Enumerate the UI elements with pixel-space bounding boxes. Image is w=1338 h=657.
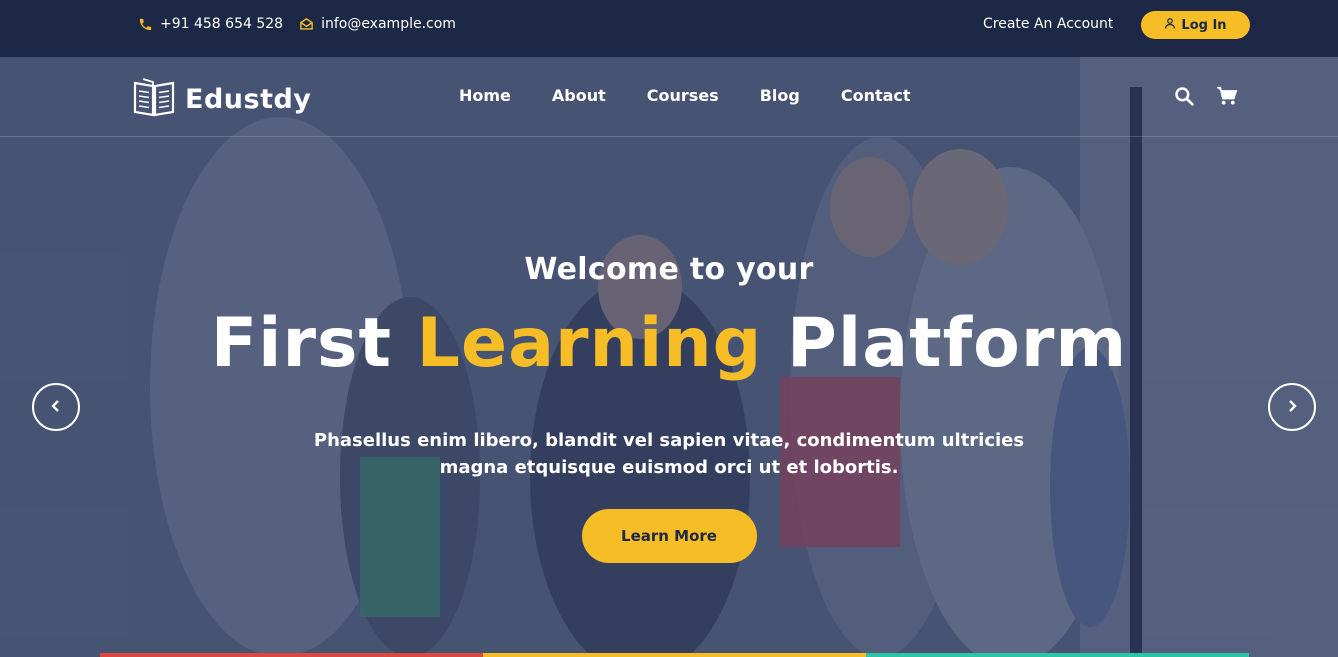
strip-segment-yellow — [483, 653, 866, 657]
chevron-left-icon — [50, 398, 62, 417]
cart-icon[interactable] — [1216, 86, 1238, 110]
nav-item-blog[interactable]: Blog — [760, 86, 800, 105]
nav-icons — [1174, 86, 1238, 110]
headline-first: First — [210, 304, 392, 383]
nav-item-home[interactable]: Home — [459, 86, 511, 105]
create-account-link[interactable]: Create An Account — [983, 16, 1113, 32]
email-address: info@example.com — [321, 16, 456, 32]
nav-item-courses[interactable]: Courses — [647, 86, 719, 105]
headline-last: Platform — [787, 304, 1128, 383]
phone-number: +91 458 654 528 — [160, 16, 284, 32]
nav-menu: Home About Courses Blog Contact — [459, 86, 952, 105]
hero-description: Phasellus enim libero, blandit vel sapie… — [313, 430, 1025, 478]
envelope-icon — [299, 17, 314, 32]
slider-next-button[interactable] — [1268, 383, 1316, 431]
hero-section: Edustdy Home About Courses Blog Contact … — [0, 57, 1338, 657]
search-icon[interactable] — [1174, 86, 1194, 110]
login-label: Log In — [1181, 17, 1227, 33]
hero-subheading: Welcome to your — [524, 252, 814, 287]
phone-icon — [138, 17, 153, 32]
login-button[interactable]: Log In — [1141, 11, 1250, 39]
strip-segment-teal — [866, 653, 1249, 657]
color-strip — [100, 653, 1249, 657]
hero-headline: First Learning Platform — [0, 305, 1338, 383]
learn-more-button[interactable]: Learn More — [581, 509, 757, 563]
nav-item-about[interactable]: About — [552, 86, 606, 105]
top-bar: +91 458 654 528 info@example.com Create … — [0, 0, 1338, 57]
headline-accent: Learning — [416, 304, 763, 383]
brand-name: Edustdy — [185, 83, 312, 115]
main-navbar: Edustdy Home About Courses Blog Contact — [0, 57, 1338, 137]
hero-content: Welcome to your First Learning Platform … — [0, 252, 1338, 563]
book-icon — [133, 77, 175, 121]
phone-contact[interactable]: +91 458 654 528 — [138, 16, 283, 32]
slider-prev-button[interactable] — [32, 383, 80, 431]
strip-segment-red — [100, 653, 483, 657]
contact-info: +91 458 654 528 info@example.com — [138, 16, 456, 32]
chevron-right-icon — [1286, 398, 1298, 417]
user-icon — [1164, 17, 1176, 34]
nav-item-contact[interactable]: Contact — [841, 86, 911, 105]
brand-logo[interactable]: Edustdy — [133, 77, 311, 121]
email-contact[interactable]: info@example.com — [299, 16, 456, 32]
